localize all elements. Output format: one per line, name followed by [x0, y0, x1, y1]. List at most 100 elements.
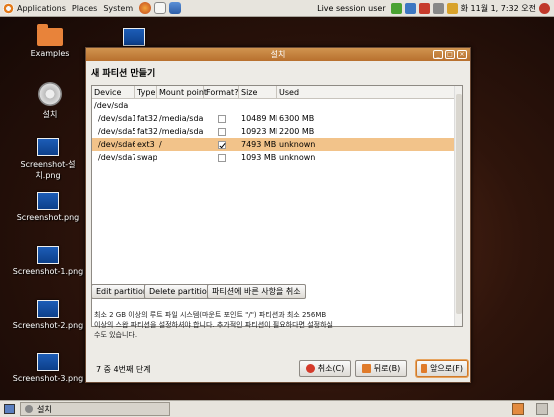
desktop-icon-label: Screenshot-1.png	[12, 267, 84, 276]
cell-used: 6300 MB	[279, 114, 315, 123]
volume-icon[interactable]	[432, 3, 444, 14]
table-header: Device Type Mount point Format? Size Use…	[92, 86, 462, 99]
cell-size: 1093 MB	[241, 153, 277, 162]
cancel-icon	[305, 364, 315, 373]
window-title: 설치	[270, 50, 286, 59]
desktop-icon-label: Screenshot-2.png	[12, 321, 84, 330]
page-title: 새 파티션 만들기	[91, 69, 156, 79]
workspace-switcher[interactable]	[512, 403, 524, 415]
table-row[interactable]: /dev/sda1 fat32 /media/sda1 10489 MB 630…	[92, 112, 462, 125]
desktop-icon-label: Screenshot.png	[16, 213, 80, 222]
firefox-launcher-icon[interactable]	[139, 2, 152, 14]
cancel-label: 취소(C)	[317, 364, 345, 373]
cell-device: /dev/sda6	[98, 140, 135, 149]
image-file-icon	[37, 138, 59, 156]
update-icon[interactable]	[418, 3, 430, 14]
installer-icon	[38, 82, 62, 106]
maximize-icon[interactable]: □	[445, 50, 455, 59]
column-used[interactable]: Used	[277, 86, 457, 98]
step-indicator: 7 중 4번째 단계	[96, 365, 151, 374]
image-file-icon	[37, 300, 59, 318]
undo-changes-button[interactable]: 파티션에 바른 사항을 취소	[207, 284, 306, 299]
cell-mount: /media/sda1	[159, 114, 204, 123]
desktop-icon-label: Screenshot-3.png	[12, 374, 84, 383]
close-icon[interactable]: ×	[457, 50, 467, 59]
format-checkbox[interactable]	[218, 153, 226, 162]
back-label: 뒤로(B)	[373, 364, 401, 373]
trash-icon[interactable]	[536, 403, 548, 415]
desktop-icon-label: 설치	[42, 110, 58, 119]
installer-icon	[25, 405, 33, 413]
image-file-icon	[37, 192, 59, 210]
forward-button[interactable]: 앞으로(F)	[416, 360, 468, 377]
table-row-disk[interactable]: /dev/sda	[92, 99, 462, 112]
taskbar-item-install[interactable]: 설치	[20, 402, 170, 416]
battery-icon[interactable]	[446, 3, 458, 14]
cancel-button[interactable]: 취소(C)	[299, 360, 351, 377]
show-desktop-icon[interactable]	[4, 404, 15, 414]
desktop-icon-install[interactable]: 설치	[10, 82, 90, 120]
taskbar-item-label: 설치	[37, 404, 52, 414]
desktop-icon-screenshot-install[interactable]: Screenshot-설치.png	[8, 138, 88, 181]
window-titlebar[interactable]: 설치 _ □ ×	[86, 48, 470, 61]
menu-applications[interactable]: Applications	[14, 4, 69, 13]
ubuntu-logo-icon[interactable]	[3, 2, 14, 14]
delete-partition-button[interactable]: Delete partition	[144, 284, 217, 299]
cell-device: /dev/sda5	[98, 127, 135, 136]
desktop-icon-screenshot-1[interactable]: Screenshot-1.png	[8, 246, 88, 276]
network-icon[interactable]	[390, 3, 402, 14]
scrollbar-thumb[interactable]	[456, 94, 462, 314]
cell-type: fat32	[137, 127, 157, 136]
info-text: 최소 2 GB 이상의 루트 파일 시스템(마운트 포인트 "/") 파티션과 …	[94, 311, 333, 339]
back-arrow-icon	[361, 364, 371, 373]
cell-type: fat32	[137, 114, 157, 123]
keyboard-icon[interactable]	[404, 3, 416, 14]
cell-mount: /	[159, 140, 162, 149]
desktop-icon-label: Screenshot-설치.png	[20, 160, 76, 180]
column-device[interactable]: Device	[92, 86, 135, 98]
format-checkbox[interactable]	[218, 114, 226, 123]
column-format[interactable]: Format?	[204, 86, 239, 98]
cell-used: 2200 MB	[279, 127, 315, 136]
cell-device: /dev/sda1	[98, 114, 135, 123]
cell-type: swap	[137, 153, 157, 162]
cell-mount: /media/sda5	[159, 127, 204, 136]
session-user-label[interactable]: Live session user	[317, 4, 385, 13]
mail-launcher-icon[interactable]	[154, 2, 167, 14]
forward-label: 앞으로(F)	[430, 364, 463, 373]
format-checkbox-checked[interactable]	[218, 140, 226, 149]
column-size[interactable]: Size	[239, 86, 277, 98]
desktop-icon-screenshot[interactable]: Screenshot.png	[8, 192, 88, 222]
menu-system[interactable]: System	[100, 4, 136, 13]
installer-window: 설치 _ □ × 새 파티션 만들기 Device Type Mount poi…	[85, 47, 471, 383]
power-icon[interactable]	[539, 3, 550, 14]
disk-label: /dev/sda	[94, 101, 129, 110]
table-row[interactable]: /dev/sda7 swap 1093 MB unknown	[92, 151, 462, 164]
cell-size: 7493 MB	[241, 140, 277, 149]
table-row[interactable]: /dev/sda5 fat32 /media/sda5 10923 MB 220…	[92, 125, 462, 138]
help-launcher-icon[interactable]	[169, 2, 182, 14]
folder-icon	[37, 24, 63, 46]
table-row-selected[interactable]: /dev/sda6 ext3 / 7493 MB unknown	[92, 138, 462, 151]
cell-device: /dev/sda7	[98, 153, 135, 162]
table-scrollbar[interactable]	[454, 86, 462, 326]
clock[interactable]: 화 11월 1, 7:32 오전	[461, 3, 536, 14]
minimize-icon[interactable]: _	[433, 50, 443, 59]
cell-type: ext3	[137, 140, 155, 149]
image-file-icon	[37, 353, 59, 371]
desktop-icon-screenshot-2[interactable]: Screenshot-2.png	[8, 300, 88, 330]
back-button[interactable]: 뒤로(B)	[355, 360, 407, 377]
column-mount-point[interactable]: Mount point	[157, 86, 207, 98]
desktop-icon-screenshot-3[interactable]: Screenshot-3.png	[8, 353, 88, 383]
forward-arrow-icon	[421, 364, 428, 373]
cell-used: unknown	[279, 140, 316, 149]
desktop-icon-screenshot-top[interactable]	[94, 28, 174, 49]
format-checkbox[interactable]	[218, 127, 226, 136]
system-tray: Live session user 화 11월 1, 7:32 오전	[317, 0, 550, 17]
menu-places[interactable]: Places	[69, 4, 100, 13]
desktop-icon-examples[interactable]: Examples	[10, 24, 90, 58]
bottom-panel: 설치	[0, 400, 554, 417]
cell-size: 10923 MB	[241, 127, 277, 136]
cell-used: unknown	[279, 153, 316, 162]
column-type[interactable]: Type	[135, 86, 157, 98]
